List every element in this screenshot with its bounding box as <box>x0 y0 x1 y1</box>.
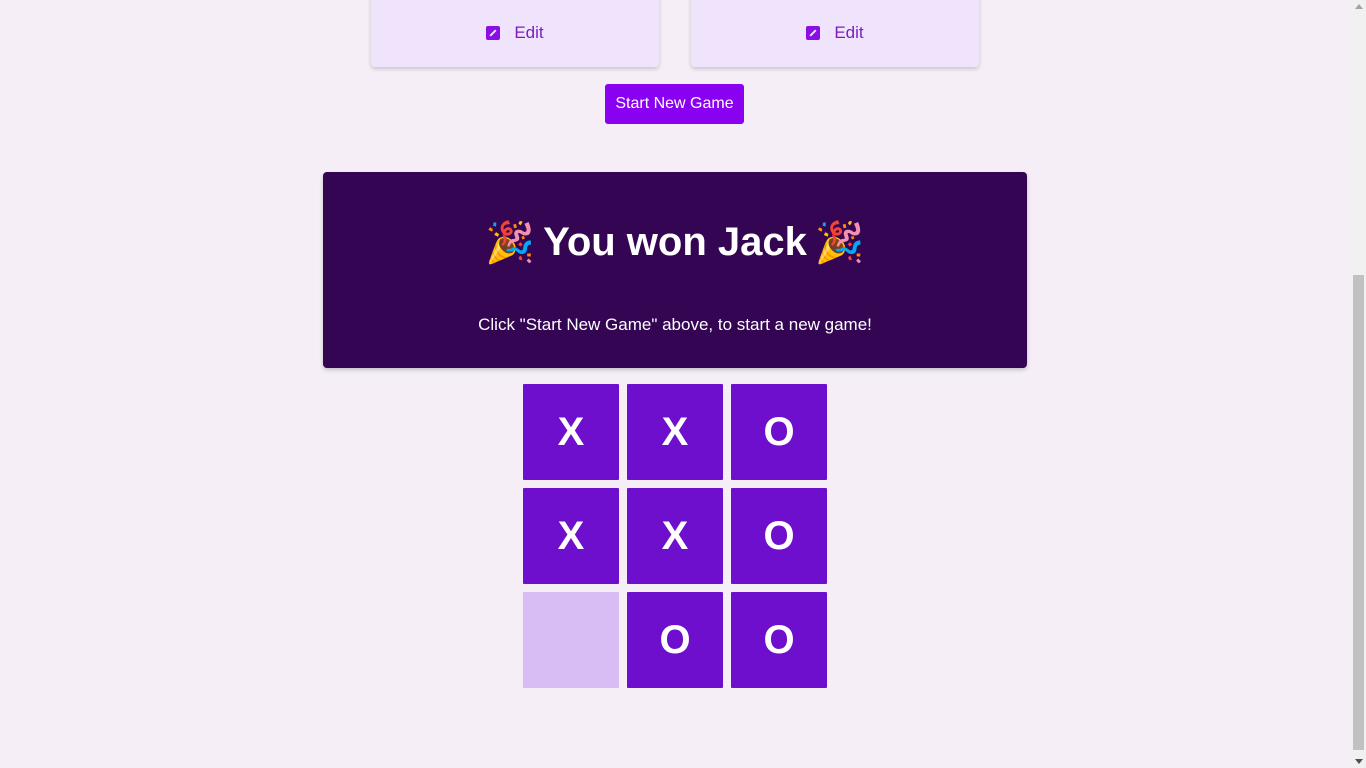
board-cell[interactable]: X <box>523 488 619 584</box>
player-card-1: Edit <box>371 0 659 67</box>
party-popper-icon: 🎉 <box>814 220 865 265</box>
board-cell[interactable]: O <box>627 592 723 688</box>
start-new-game-button[interactable]: Start New Game <box>605 84 744 124</box>
win-title: You won Jack <box>543 220 807 264</box>
win-banner: 🎉 You won Jack 🎉 Click "Start New Game" … <box>323 172 1027 368</box>
vertical-scrollbar[interactable] <box>1351 0 1366 768</box>
board-cell[interactable]: X <box>627 384 723 480</box>
player-card-2: Edit <box>691 0 979 67</box>
scroll-down-icon[interactable] <box>1355 759 1363 764</box>
scrollbar-thumb[interactable] <box>1353 275 1364 750</box>
edit-player-1-button[interactable]: Edit <box>486 23 544 43</box>
board-cell[interactable]: X <box>523 384 619 480</box>
win-subtitle: Click "Start New Game" above, to start a… <box>478 315 872 334</box>
party-popper-icon: 🎉 <box>485 220 536 265</box>
edit-label: Edit <box>514 23 544 42</box>
board-cell[interactable]: X <box>627 488 723 584</box>
edit-label: Edit <box>834 23 864 42</box>
board-cell[interactable] <box>523 592 619 688</box>
game-board: X X O X X O O O <box>523 384 827 688</box>
edit-player-2-button[interactable]: Edit <box>806 23 864 43</box>
edit-icon <box>806 26 821 40</box>
edit-icon <box>486 26 501 40</box>
win-title-row: 🎉 You won Jack 🎉 <box>323 220 1027 265</box>
board-cell[interactable]: O <box>731 488 827 584</box>
scroll-up-icon[interactable] <box>1355 4 1363 9</box>
board-cell[interactable]: O <box>731 592 827 688</box>
page: Edit Edit Start New Game 🎉 You won Jack … <box>0 0 1366 768</box>
board-cell[interactable]: O <box>731 384 827 480</box>
